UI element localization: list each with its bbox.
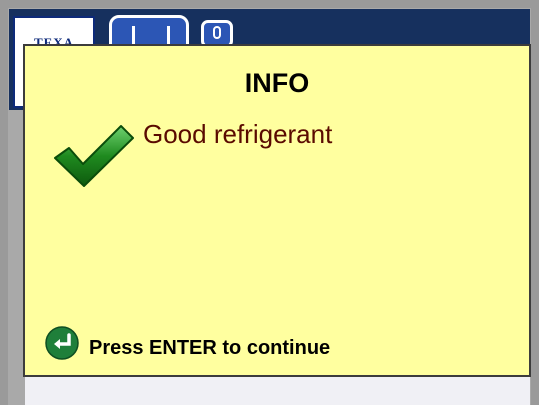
info-dialog: INFO Good refrigerant Press ENTER to con…: [23, 44, 531, 377]
dialog-title: INFO: [244, 68, 310, 98]
enter-key-icon: [45, 326, 79, 360]
dialog-footer-text: Press ENTER to continue: [89, 337, 331, 359]
checkmark-icon: [54, 125, 134, 187]
dialog-message: Good refrigerant: [143, 119, 333, 149]
